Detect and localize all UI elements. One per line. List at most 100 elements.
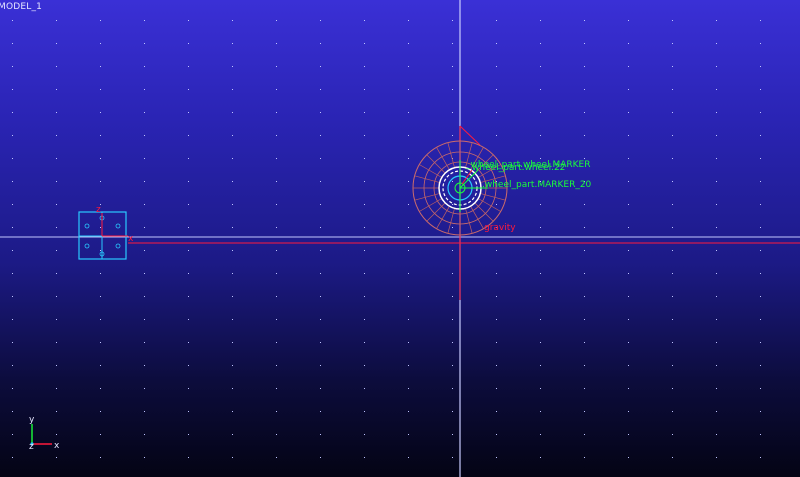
model-viewport[interactable]: MODEL_1 _wheel_part.wheel.MARKER wheel_p… xyxy=(0,0,800,477)
grid-dot xyxy=(320,158,321,159)
grid-dot xyxy=(100,388,101,389)
grid-dot xyxy=(408,181,409,182)
grid-dot xyxy=(628,181,629,182)
grid-dot xyxy=(12,342,13,343)
grid-dot xyxy=(496,296,497,297)
grid-dot xyxy=(452,204,453,205)
grid-dot xyxy=(584,250,585,251)
grid-dot xyxy=(144,66,145,67)
grid-dot xyxy=(12,135,13,136)
grid-dot xyxy=(716,411,717,412)
grid-dot xyxy=(760,434,761,435)
grid-dot xyxy=(452,20,453,21)
triad-z-label: z xyxy=(29,442,34,452)
grid-dot xyxy=(672,204,673,205)
grid-dot xyxy=(628,112,629,113)
grid-dot xyxy=(716,273,717,274)
grid-dot xyxy=(408,388,409,389)
grid-dot xyxy=(100,296,101,297)
grid-dot xyxy=(452,135,453,136)
grid-dot xyxy=(628,204,629,205)
grid-dot xyxy=(628,342,629,343)
grid-dot xyxy=(320,89,321,90)
grid-dot xyxy=(760,250,761,251)
grid-dot xyxy=(100,227,101,228)
grid-dot xyxy=(408,434,409,435)
grid-dot xyxy=(540,434,541,435)
grid-dot xyxy=(716,43,717,44)
grid-dot xyxy=(188,388,189,389)
block-hole-4 xyxy=(115,243,121,249)
grid-dot xyxy=(672,457,673,458)
grid-dot xyxy=(232,204,233,205)
grid-dot xyxy=(276,342,277,343)
grid-dot xyxy=(276,388,277,389)
marker-label: .wheel_part.MARKER_20 xyxy=(482,180,592,190)
grid-dot xyxy=(320,365,321,366)
grid-dot xyxy=(276,411,277,412)
grid-dot xyxy=(12,227,13,228)
grid-dot xyxy=(584,112,585,113)
grid-dot xyxy=(496,20,497,21)
grid-dot xyxy=(760,457,761,458)
grid-dot xyxy=(452,181,453,182)
grid-dot xyxy=(276,296,277,297)
grid-dot xyxy=(100,434,101,435)
grid-dot xyxy=(628,457,629,458)
grid-dot xyxy=(408,250,409,251)
grid-dot xyxy=(716,158,717,159)
grid-dot xyxy=(232,273,233,274)
gravity-label: gravity xyxy=(484,223,516,233)
grid-dot xyxy=(56,20,57,21)
grid-dot xyxy=(320,296,321,297)
grid-dot xyxy=(56,43,57,44)
grid-dot xyxy=(716,66,717,67)
grid-dot xyxy=(12,20,13,21)
grid-dot xyxy=(188,43,189,44)
grid-dot xyxy=(452,296,453,297)
grid-dot xyxy=(496,112,497,113)
grid-dot xyxy=(496,365,497,366)
grid-dot xyxy=(716,365,717,366)
grid-dot xyxy=(276,273,277,274)
grid-dot xyxy=(232,250,233,251)
grid-dot xyxy=(672,365,673,366)
grid-dot xyxy=(100,135,101,136)
grid-dot xyxy=(12,457,13,458)
grid-dot xyxy=(760,20,761,21)
grid-dot xyxy=(760,319,761,320)
grid-dot xyxy=(144,319,145,320)
triad-x-label: x xyxy=(54,441,60,451)
grid-dot xyxy=(232,411,233,412)
grid-dot xyxy=(188,158,189,159)
grid-dot xyxy=(584,457,585,458)
scene-canvas: _wheel_part.wheel.MARKER wheel_part.whee… xyxy=(0,0,800,477)
grid-dot xyxy=(232,20,233,21)
grid-dot xyxy=(716,227,717,228)
grid-dot xyxy=(628,20,629,21)
grid-dot xyxy=(144,411,145,412)
grid-dot xyxy=(452,250,453,251)
grid-dot xyxy=(232,434,233,435)
grid-dot xyxy=(232,319,233,320)
grid-dot xyxy=(672,273,673,274)
grid-dot xyxy=(56,227,57,228)
grid-dot xyxy=(672,342,673,343)
grid-dot xyxy=(232,457,233,458)
grid-dot xyxy=(320,66,321,67)
grid-dot xyxy=(188,250,189,251)
grid-dot xyxy=(408,158,409,159)
grid-dot xyxy=(760,112,761,113)
grid-dot xyxy=(12,411,13,412)
grid-dot xyxy=(496,273,497,274)
grid-dot xyxy=(56,135,57,136)
grid-dot xyxy=(188,411,189,412)
grid-dot xyxy=(188,181,189,182)
grid-dot xyxy=(100,66,101,67)
grid-dot xyxy=(540,319,541,320)
block-z-label: z xyxy=(96,205,101,215)
grid-dot xyxy=(56,273,57,274)
grid-dot xyxy=(276,135,277,136)
grid-dot xyxy=(672,250,673,251)
block-part[interactable]: z x xyxy=(78,205,134,260)
